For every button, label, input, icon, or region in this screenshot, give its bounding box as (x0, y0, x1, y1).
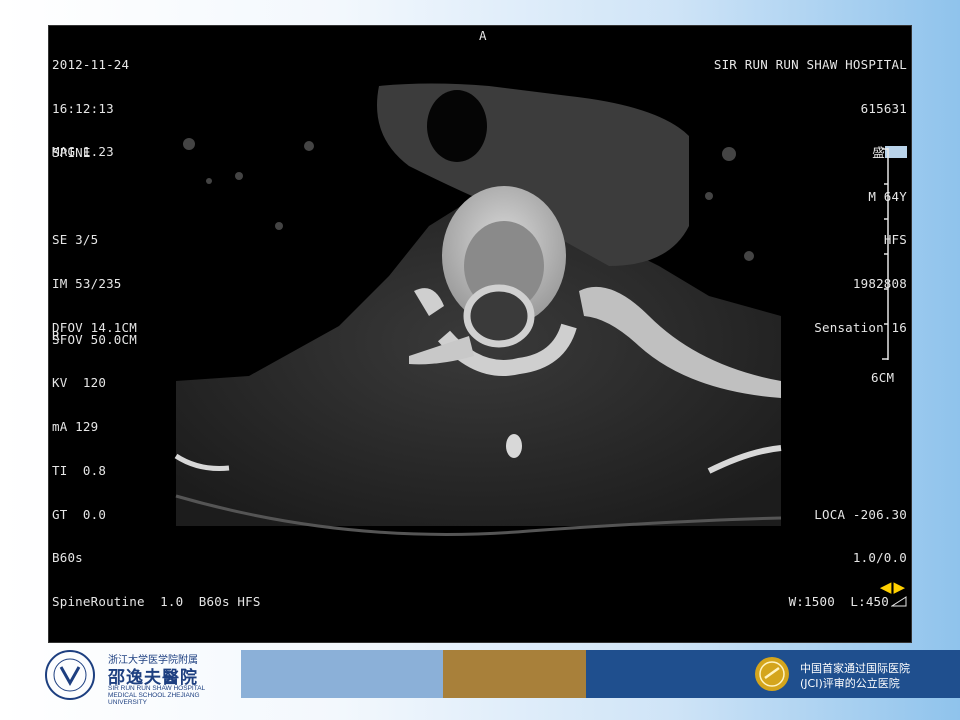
logo-english: SIR RUN RUN SHAW HOSPITAL MEDICAL SCHOOL… (108, 685, 206, 706)
orientation-anterior: A (479, 28, 487, 43)
hospital-name: SIR RUN RUN SHAW HOSPITAL (713, 57, 907, 73)
scale-ruler (882, 148, 889, 360)
spinous-process (506, 434, 522, 458)
aorta-lumen (427, 90, 487, 162)
window-level-icon (890, 596, 907, 607)
jci-accreditation-text: 中国首家通过国际医院 (JCI)评审的公立医院 (800, 662, 910, 690)
ct-scan-viewport: 2012-11-24 16:12:13 SPINE SE 3/5 IM 53/2… (48, 25, 912, 643)
scan-info-bottom-right: LOCA -206.30 1.0/0.0 W:1500 L:450 (788, 506, 907, 610)
patient-id: 615631 (860, 100, 907, 116)
banner-bar-gold (443, 650, 586, 698)
scale-label: 6CM (871, 370, 895, 385)
banner-bar-light-blue (241, 650, 443, 698)
hospital-logo: 浙江大学医学院附属 邵逸夫醫院 SIR RUN RUN SHAW HOSPITA… (40, 648, 215, 706)
spinal-canal (463, 284, 535, 348)
jci-seal-icon (755, 657, 789, 691)
hospital-seal-icon (45, 650, 95, 700)
magnification-label: MAG 1.23 (52, 144, 114, 159)
scan-info-bottom-left: SFOV 50.0CM KV 120 mA 129 TI 0.8 GT 0.0 … (52, 331, 261, 610)
footer-banner: 浙江大学医学院附属 邵逸夫醫院 SIR RUN RUN SHAW HOSPITA… (0, 648, 960, 706)
